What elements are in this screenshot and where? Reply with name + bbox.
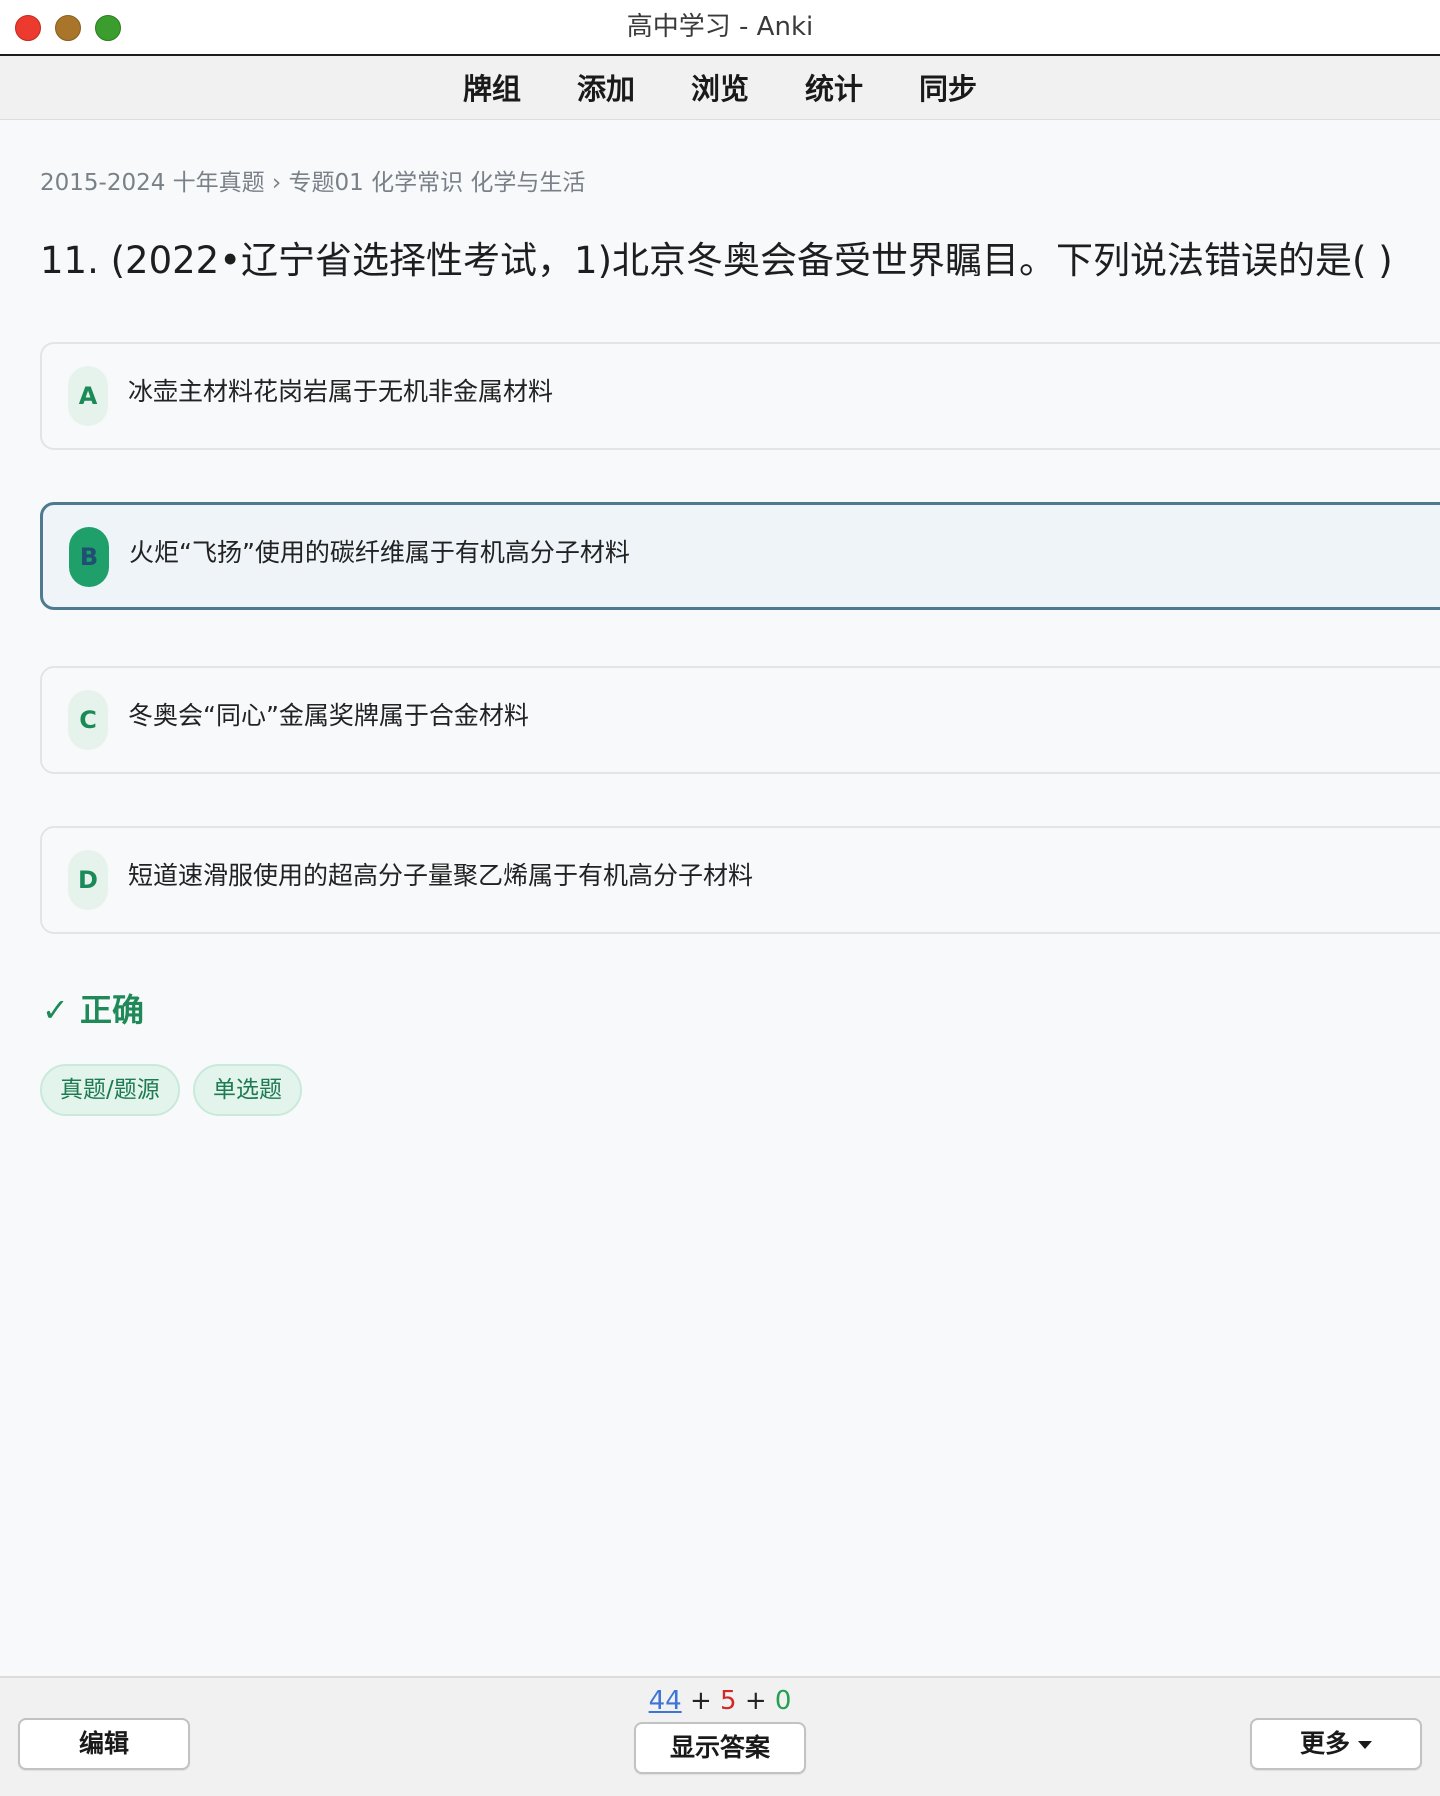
result-text: 正确 — [79, 991, 144, 1029]
option-letter-badge: C — [68, 690, 108, 750]
tag-source[interactable]: 真题/题源 — [40, 1064, 180, 1116]
toolbar-add[interactable]: 添加 — [577, 66, 635, 108]
tag-single-choice[interactable]: 单选题 — [193, 1064, 302, 1116]
more-label: 更多 — [1299, 1729, 1350, 1758]
option-text: 冬奥会“同心”金属奖牌属于合金材料 — [128, 701, 529, 730]
check-icon: ✓ — [42, 991, 69, 1029]
review-count: 0 — [774, 1686, 792, 1716]
due-counts: 44 + 5 + 0 — [0, 1686, 1440, 1716]
count-separator: + — [689, 1686, 712, 1716]
option-letter-badge: A — [68, 366, 108, 426]
window-title: 高中学习 - Anki — [626, 12, 814, 42]
option-text: 冰壶主材料花岗岩属于无机非金属材料 — [128, 377, 554, 406]
option-text: 火炬“飞扬”使用的碳纤维属于有机高分子材料 — [129, 538, 630, 567]
learn-count: 5 — [720, 1686, 737, 1716]
question-text: 11. (2022•辽宁省选择性考试，1)北京冬奥会备受世界瞩目。下列说法错误的… — [40, 239, 1393, 282]
option-d[interactable]: D 短道速滑服使用的超高分子量聚乙烯属于有机高分子材料 — [40, 826, 1440, 934]
more-button[interactable]: 更多 — [1250, 1718, 1422, 1770]
bottom-bar: 44 + 5 + 0 编辑 显示答案 更多 — [0, 1676, 1440, 1796]
main-toolbar: 牌组 添加 浏览 统计 同步 — [0, 56, 1440, 120]
option-letter-badge: B — [69, 527, 109, 587]
answer-result: ✓ 正确 — [42, 985, 144, 1031]
toolbar-browse[interactable]: 浏览 — [691, 66, 749, 108]
option-letter-badge: D — [68, 850, 108, 910]
option-text: 短道速滑服使用的超高分子量聚乙烯属于有机高分子材料 — [128, 861, 754, 890]
option-c[interactable]: C 冬奥会“同心”金属奖牌属于合金材料 — [40, 666, 1440, 774]
show-answer-button[interactable]: 显示答案 — [634, 1722, 806, 1774]
count-separator: + — [744, 1686, 767, 1716]
edit-button[interactable]: 编辑 — [18, 1718, 190, 1770]
deck-breadcrumb: 2015-2024 十年真题 › 专题01 化学常识 化学与生活 — [40, 170, 586, 196]
chevron-down-icon — [1358, 1741, 1372, 1749]
option-a[interactable]: A 冰壶主材料花岗岩属于无机非金属材料 — [40, 342, 1440, 450]
toolbar-decks[interactable]: 牌组 — [463, 66, 521, 108]
title-bar: 高中学习 - Anki — [0, 0, 1440, 56]
anki-window: 高中学习 - Anki 牌组 添加 浏览 统计 同步 2015-2024 十年真… — [0, 0, 1440, 1796]
new-count[interactable]: 44 — [649, 1686, 682, 1716]
toolbar-stats[interactable]: 统计 — [805, 66, 863, 108]
toolbar-sync[interactable]: 同步 — [919, 66, 977, 108]
option-b[interactable]: B 火炬“飞扬”使用的碳纤维属于有机高分子材料 — [40, 502, 1440, 610]
